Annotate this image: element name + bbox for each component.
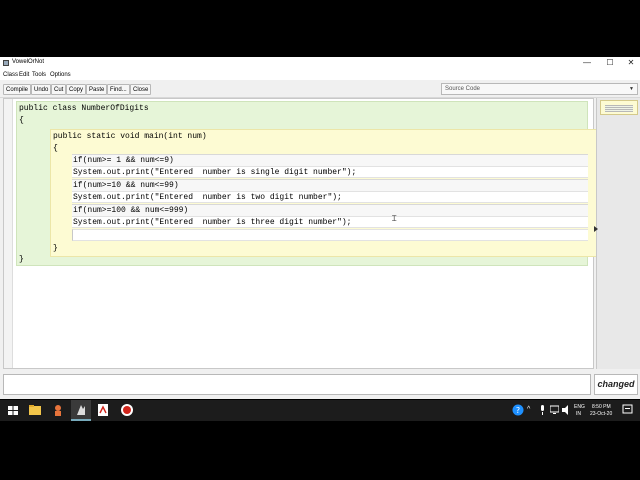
notifications-icon[interactable] [622, 404, 633, 415]
message-area [3, 374, 591, 395]
mouse-ibeam-cursor-icon: Ɪ [392, 214, 397, 223]
microphone-icon[interactable] [539, 405, 546, 415]
menu-class[interactable]: Class [3, 72, 18, 78]
code-line-text: if(num>=10 && num<=99) [73, 181, 179, 190]
undo-button[interactable]: Undo [31, 84, 52, 95]
app-icon[interactable] [51, 403, 65, 417]
window-title: VowelOrNot [12, 59, 45, 65]
code-line: if(num>=10 && num<=99) [72, 179, 588, 191]
editor-toolbar: Compile Undo Cut Copy Paste Find... Clos… [0, 80, 640, 98]
code-line-text: if(num>=100 && num<=999) [73, 206, 189, 215]
menu-bar: Class Edit Tools Options [0, 70, 640, 80]
copy-button[interactable]: Copy [66, 84, 87, 95]
splitter-arrow-icon[interactable] [594, 226, 598, 232]
file-explorer-icon[interactable] [28, 403, 42, 417]
bluej-icon [77, 405, 85, 415]
close-window-button[interactable]: ✕ [624, 58, 638, 68]
compile-button[interactable]: Compile [3, 84, 32, 95]
code-line: if(num>= 1 && num<=9) [72, 154, 588, 166]
desktop-screen: VowelOrNot — ☐ ✕ Class Edit Tools Option… [0, 0, 640, 480]
method-declaration: public static void main(int num) [53, 132, 207, 141]
class-scope-block: public class NumberOfDigits { public sta… [16, 101, 598, 266]
class-declaration: public class NumberOfDigits [19, 104, 149, 113]
screen-recorder-icon[interactable] [120, 403, 134, 417]
chevron-up-icon[interactable]: ^ [527, 406, 530, 413]
chevron-down-icon: ▼ [629, 86, 634, 92]
network-icon[interactable] [550, 405, 559, 415]
svg-text:?: ? [516, 406, 520, 415]
paste-button[interactable]: Paste [86, 84, 108, 95]
line-gutter [4, 99, 13, 368]
maximize-button[interactable]: ☐ [603, 58, 617, 68]
pdf-reader-icon[interactable] [96, 403, 110, 417]
code-line: if(num>=100 && num<=999) [72, 204, 588, 216]
current-code-line[interactable] [72, 229, 588, 241]
menu-tools[interactable]: Tools [32, 72, 46, 78]
bluej-app-icon [3, 60, 9, 66]
input-region: IN [576, 411, 581, 417]
code-editor[interactable]: public class NumberOfDigits { public sta… [3, 98, 598, 369]
close-editor-button[interactable]: Close [130, 84, 152, 95]
code-line: System.out.print("Entered number is two … [72, 191, 588, 203]
input-language[interactable]: ENG [574, 404, 585, 410]
bluej-taskbar-item[interactable] [71, 400, 91, 421]
method-scope-block: public static void main(int num) { if(nu… [50, 129, 598, 257]
code-line-text: System.out.print("Entered number is thre… [73, 218, 352, 227]
code-line-text: if(num>= 1 && num<=9) [73, 156, 174, 165]
title-bar: VowelOrNot — ☐ ✕ [0, 57, 640, 70]
source-code-view-select[interactable]: Source Code ▼ [441, 83, 638, 95]
code-line-text: System.out.print("Entered number is two … [73, 193, 342, 202]
clock-time[interactable]: 8:50 PM [592, 404, 611, 410]
code-line: System.out.print("Entered number is thre… [72, 216, 588, 228]
volume-icon[interactable] [562, 405, 571, 415]
saved-status-indicator: changed [594, 374, 638, 395]
method-close-brace: } [53, 244, 58, 253]
windows-taskbar: ? ^ ENG IN 8:50 PM 23-Oct-20 [0, 400, 640, 421]
menu-edit[interactable]: Edit [19, 72, 29, 78]
find-button[interactable]: Find... [107, 84, 130, 95]
clock-date: 23-Oct-20 [590, 411, 613, 417]
class-close-brace: } [19, 255, 24, 264]
class-open-brace: { [19, 116, 24, 125]
menu-options[interactable]: Options [50, 72, 71, 78]
minimize-button[interactable]: — [580, 58, 594, 68]
thumbnail-lines [605, 105, 633, 112]
navigation-view-panel[interactable] [594, 98, 640, 369]
cut-button[interactable]: Cut [51, 84, 67, 95]
code-line-text: System.out.print("Entered number is sing… [73, 168, 357, 177]
bluej-editor-window: VowelOrNot — ☐ ✕ Class Edit Tools Option… [0, 57, 640, 399]
method-open-brace: { [53, 144, 58, 153]
code-line: System.out.print("Entered number is sing… [72, 166, 588, 178]
view-select-value: Source Code [445, 86, 481, 92]
help-icon[interactable]: ? [512, 404, 524, 416]
windows-start-icon[interactable] [6, 403, 20, 417]
code-overview-thumbnail[interactable] [600, 100, 638, 115]
